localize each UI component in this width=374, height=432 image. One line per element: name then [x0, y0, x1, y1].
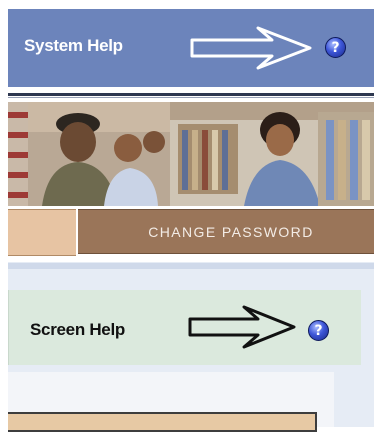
nav-tab[interactable] — [8, 209, 76, 256]
change-password-tab[interactable]: CHANGE PASSWORD — [78, 209, 374, 254]
system-help-icon[interactable]: ? — [325, 37, 346, 58]
divider — [8, 93, 374, 96]
screen-help-label[interactable]: Screen Help — [30, 320, 125, 340]
system-help-label[interactable]: System Help — [24, 36, 123, 56]
photo-banner — [8, 102, 374, 206]
right-arrow-icon — [190, 26, 312, 70]
form-field[interactable] — [8, 412, 317, 432]
banner-illustration — [8, 102, 374, 206]
divider — [8, 263, 374, 269]
right-arrow-icon — [188, 305, 296, 349]
screen-help-icon[interactable]: ? — [308, 320, 329, 341]
divider — [8, 97, 374, 98]
